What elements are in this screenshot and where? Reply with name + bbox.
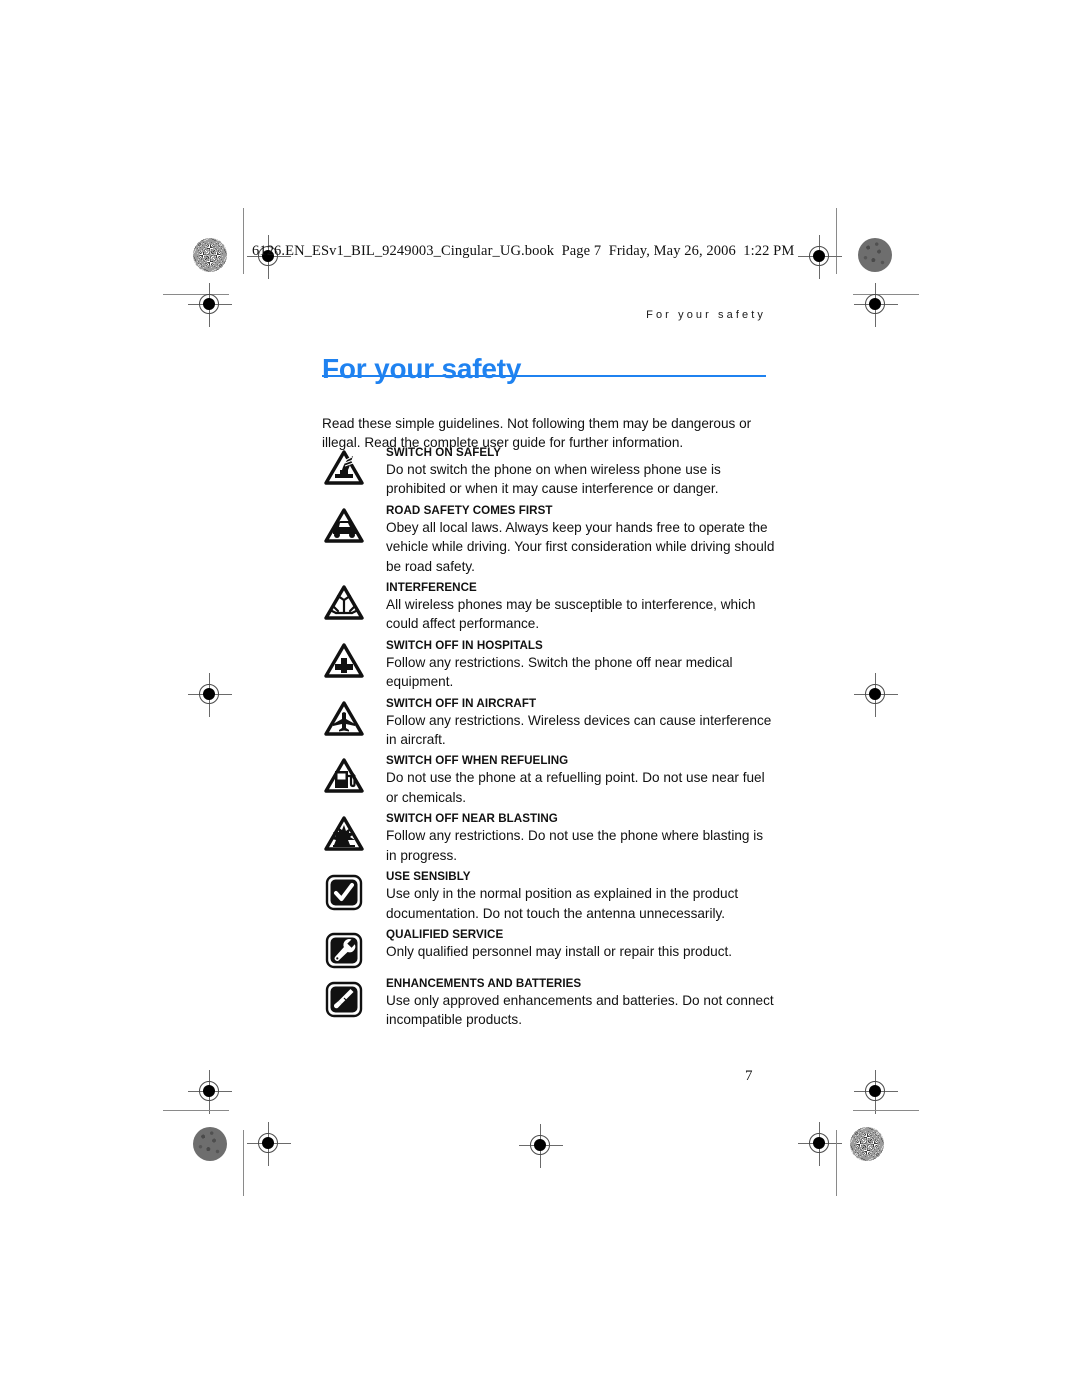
list-item: SWITCH OFF IN HOSPITALS Follow any restr… <box>322 636 777 692</box>
road-safety-car-icon <box>322 504 366 548</box>
list-item-body: Use only approved enhancements and batte… <box>386 992 774 1028</box>
page-number: 7 <box>745 1068 753 1084</box>
crosshair-mark-right-lower <box>854 1070 898 1114</box>
list-item: SWITCH OFF WHEN REFUELING Do not use the… <box>322 751 777 807</box>
speckle-mark-bottom-left <box>193 1127 227 1161</box>
interference-antenna-icon <box>322 581 366 625</box>
list-item-text: SWITCH OFF WHEN REFUELING Do not use the… <box>386 751 777 807</box>
crosshair-mark-bottom-left <box>247 1122 291 1166</box>
list-item-title: SWITCH OFF IN AIRCRAFT <box>386 696 537 710</box>
wrench-icon <box>322 928 366 972</box>
switch-on-safely-icon <box>322 446 366 490</box>
list-item-title: SWITCH OFF IN HOSPITALS <box>386 638 543 652</box>
page-title: For your safety <box>322 352 522 384</box>
list-item-text: INTERFERENCE All wireless phones may be … <box>386 578 777 634</box>
list-item-title: ENHANCEMENTS AND BATTERIES <box>386 976 582 990</box>
list-item-text: QUALIFIED SERVICE Only qualified personn… <box>386 925 777 961</box>
list-item-title: ROAD SAFETY COMES FIRST <box>386 503 553 517</box>
speckle-mark-top-right <box>858 238 892 272</box>
safety-items-list: SWITCH ON SAFELY Do not switch the phone… <box>322 443 777 1032</box>
crosshair-mark-left-middle <box>188 673 232 717</box>
list-item-body: Use only in the normal position as expla… <box>386 886 739 921</box>
running-head: For your safety <box>646 309 766 321</box>
starburst-mark-bottom-right <box>850 1127 884 1161</box>
list-item-body: Obey all local laws. Always keep your ha… <box>386 519 775 574</box>
title-underline-rule <box>322 375 766 377</box>
trim-line-bottom-left-vertical <box>243 1130 244 1196</box>
crosshair-mark-bottom-center <box>519 1124 563 1168</box>
list-item-text: SWITCH OFF NEAR BLASTING Follow any rest… <box>386 809 777 865</box>
starburst-mark-top-left <box>193 238 227 272</box>
crosshair-mark-right-upper <box>854 283 898 327</box>
list-item-title: INTERFERENCE <box>386 581 477 595</box>
list-item-text: SWITCH OFF IN AIRCRAFT Follow any restri… <box>386 694 777 750</box>
list-item-title: SWITCH ON SAFELY <box>386 446 502 459</box>
crosshair-mark-left-lower <box>188 1070 232 1114</box>
fuel-pump-icon <box>322 754 366 798</box>
crosshair-mark-top-right <box>798 235 842 279</box>
list-item-body: Do not switch the phone on when wireless… <box>386 462 721 497</box>
trim-line-top-left-vertical <box>243 208 244 274</box>
list-item-title: SWITCH OFF WHEN REFUELING <box>386 754 569 768</box>
list-item-body: Follow any restrictions. Switch the phon… <box>386 654 733 690</box>
book-file-slug: 6126.EN_ESv1_BIL_9249003_Cingular_UG.boo… <box>252 243 795 259</box>
list-item: USE SENSIBLY Use only in the normal posi… <box>322 867 777 923</box>
blasting-explosion-icon <box>322 812 366 856</box>
list-item-text: SWITCH ON SAFELY Do not switch the phone… <box>386 443 777 499</box>
list-item: ROAD SAFETY COMES FIRST Obey all local l… <box>322 501 777 576</box>
list-item: SWITCH OFF NEAR BLASTING Follow any rest… <box>322 809 777 865</box>
list-item: SWITCH OFF IN AIRCRAFT Follow any restri… <box>322 694 777 750</box>
list-item-text: SWITCH OFF IN HOSPITALS Follow any restr… <box>386 636 777 692</box>
hospital-cross-icon <box>322 639 366 683</box>
list-item-text: ROAD SAFETY COMES FIRST Obey all local l… <box>386 501 777 576</box>
list-item-title: USE SENSIBLY <box>386 870 471 884</box>
aircraft-icon <box>322 697 366 741</box>
list-item-body: All wireless phones may be susceptible t… <box>386 597 756 632</box>
trim-line-bottom-right-vertical <box>836 1130 837 1196</box>
list-item: SWITCH ON SAFELY Do not switch the phone… <box>322 443 777 499</box>
list-item-body: Only qualified personnel may install or … <box>386 943 733 959</box>
list-item-text: ENHANCEMENTS AND BATTERIES Use only appr… <box>386 974 777 1030</box>
list-item: QUALIFIED SERVICE Only qualified personn… <box>322 925 777 972</box>
list-item-body: Do not use the phone at a refuelling poi… <box>386 770 765 805</box>
battery-connector-icon <box>322 977 366 1021</box>
crosshair-mark-left-upper <box>188 283 232 327</box>
list-item-title: QUALIFIED SERVICE <box>386 927 504 941</box>
list-item: INTERFERENCE All wireless phones may be … <box>322 578 777 634</box>
list-item-body: Follow any restrictions. Wireless device… <box>386 712 772 748</box>
trim-line-bottom-right-horizontal <box>853 1110 919 1111</box>
list-item-body: Follow any restrictions. Do not use the … <box>386 828 764 863</box>
crosshair-mark-right-middle <box>854 673 898 717</box>
checkmark-icon <box>322 870 366 914</box>
list-item-title: SWITCH OFF NEAR BLASTING <box>386 812 558 826</box>
list-item-text: USE SENSIBLY Use only in the normal posi… <box>386 867 777 923</box>
list-item: ENHANCEMENTS AND BATTERIES Use only appr… <box>322 974 777 1030</box>
trim-line-bottom-left-horizontal <box>163 1110 229 1111</box>
